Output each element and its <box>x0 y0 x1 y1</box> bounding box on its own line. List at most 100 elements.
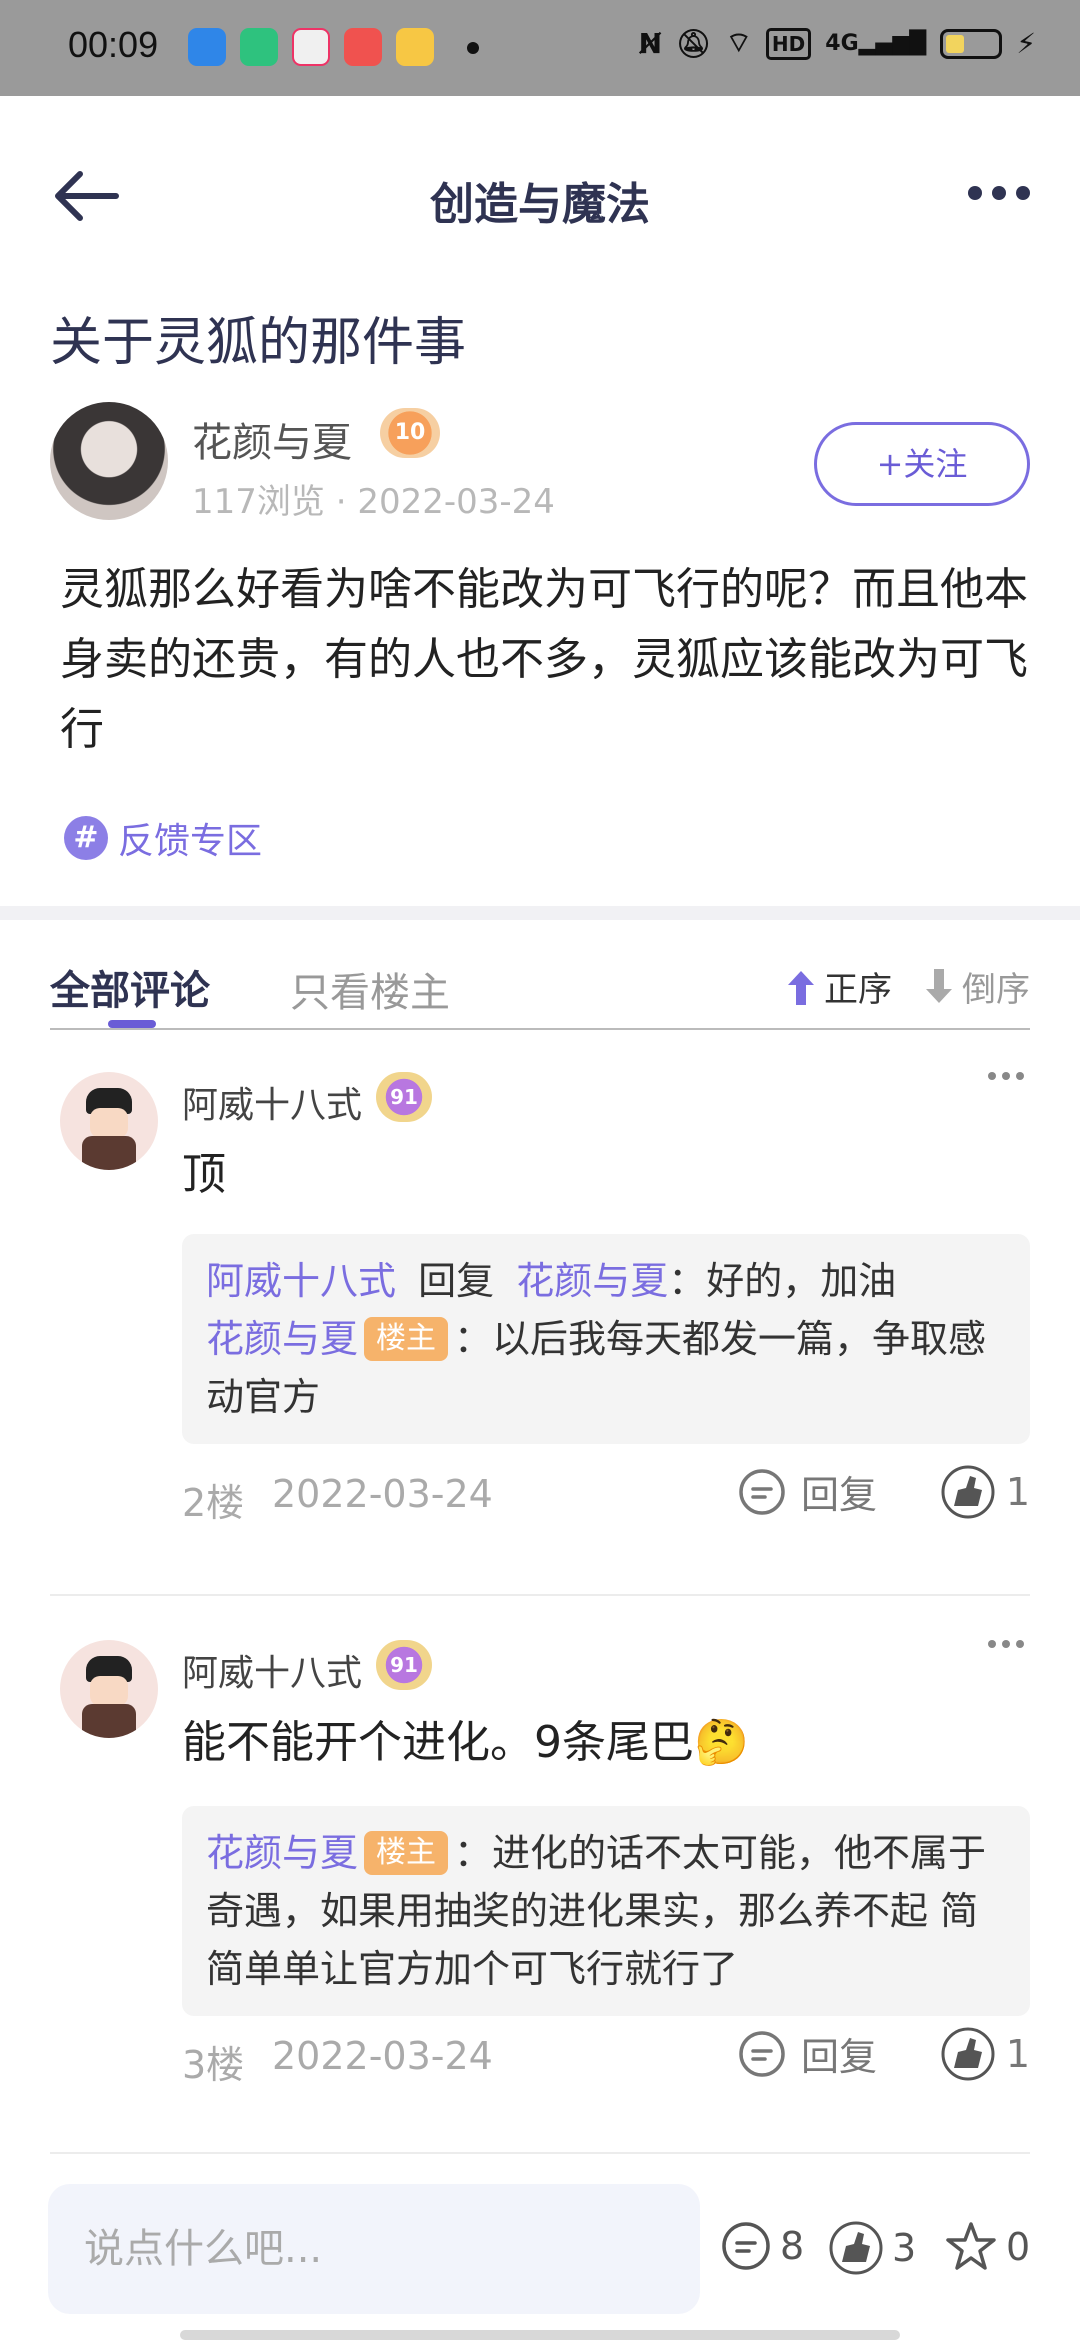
thumbs-up-icon <box>941 2027 995 2081</box>
music-app-icon <box>344 28 382 66</box>
charging-icon: ⚡︎ <box>1016 27 1036 60</box>
comment-count: 8 <box>780 2224 805 2268</box>
page-title: 创造与魔法 <box>430 179 650 230</box>
game-app-icon <box>292 28 330 66</box>
follow-button[interactable]: +关注 <box>814 422 1030 506</box>
sort-ascending-button[interactable]: 正序 <box>784 962 892 1011</box>
like-count: 1 <box>1005 2032 1030 2076</box>
comment-bubble-icon <box>722 2222 770 2270</box>
post-body: 灵狐那么好看为啥不能改为可飞行的呢？而且他本身卖的还贵，有的人也不多，灵狐应该能… <box>60 564 1028 755</box>
mute-icon: 🔕︎ <box>676 27 712 60</box>
reply-colon: ： <box>668 1259 707 1303</box>
reply-line: 花颜与夏 楼主 ：进化的话不太可能，他不属于奇遇，如果用抽奖的进化果实，那么养不起 … <box>206 1824 1006 1998</box>
comment-more-icon[interactable] <box>988 1072 1024 1080</box>
green-app-icon <box>240 28 278 66</box>
tab-owner-only[interactable]: 只看楼主 <box>290 960 450 1018</box>
comment-divider <box>50 1594 1030 1596</box>
commenter-avatar[interactable] <box>60 1072 158 1170</box>
comment-input[interactable]: 说点什么吧... <box>48 2184 700 2314</box>
reply-text: 好的，加油 <box>706 1259 897 1303</box>
arrow-down-icon <box>926 968 952 1003</box>
comment-tabs: 全部评论 只看楼主 正序 倒序 <box>50 950 1030 1030</box>
battery-icon <box>940 28 1003 59</box>
level-badge: 91 <box>376 1640 432 1690</box>
comment-date: 2022-03-24 <box>272 1472 493 1516</box>
like-button[interactable]: 1 <box>940 1464 1030 1520</box>
reply-button[interactable]: 回复 <box>737 2026 877 2081</box>
post-author: 花颜与夏 10 117浏览 · 2022-03-24 +关注 <box>50 402 1030 522</box>
floor-number: 2楼 <box>182 1481 245 1525</box>
reply-author[interactable]: 阿威十八式 <box>206 1259 396 1303</box>
reply-line: 花颜与夏 楼主 ：以后我每天都发一篇，争取感动官方 <box>206 1310 1006 1426</box>
comment-text: 顶 <box>182 1149 226 1200</box>
reply-box[interactable]: 阿威十八式 回复 花颜与夏：好的，加油 花颜与夏 楼主 ：以后我每天都发一篇，争取感… <box>182 1234 1030 1444</box>
reply-colon: ： <box>454 1831 493 1875</box>
network-type: 4G <box>825 31 859 56</box>
bottom-action-bar: 说点什么吧... 8 3 0 <box>0 2180 1080 2340</box>
wifi-icon: ⌔ <box>725 26 752 59</box>
comment-more-icon[interactable] <box>988 1640 1024 1648</box>
level-badge: 91 <box>376 1072 432 1122</box>
comment-item: 阿威十八式 91 顶 阿威十八式 回复 花颜与夏：好的，加油 花颜与夏 楼主 ：以后… <box>50 1072 1030 1592</box>
reply-author[interactable]: 花颜与夏 <box>206 1317 358 1361</box>
comment-bubble-icon <box>739 1468 785 1515</box>
top-nav: 创造与魔法 <box>0 96 1080 296</box>
comment-date: 2022-03-24 <box>272 2034 493 2078</box>
topic-tag[interactable]: # 反馈专区 <box>64 812 262 864</box>
post-meta: 117浏览 · 2022-03-24 <box>192 482 555 522</box>
level-badge: 10 <box>380 408 440 458</box>
favorite-button[interactable]: 0 <box>944 2220 1030 2274</box>
like-button[interactable]: 1 <box>940 2026 1030 2082</box>
favorite-count: 0 <box>1006 2225 1031 2269</box>
reply-label: 回复 <box>801 1473 878 1517</box>
tab-all-comments[interactable]: 全部评论 <box>50 958 210 1016</box>
more-options-icon[interactable] <box>968 186 1030 200</box>
reply-colon: ： <box>454 1317 493 1361</box>
comment-item: 阿威十八式 91 能不能开个进化。9条尾巴🤔 花颜与夏 楼主 ：进化的话不太可能，他… <box>50 1640 1030 2160</box>
blue-app-icon <box>188 28 226 66</box>
floor-number: 3楼 <box>182 2043 245 2087</box>
comments-count-button[interactable]: 8 <box>720 2220 804 2272</box>
reply-label: 回复 <box>801 2035 878 2079</box>
owner-tag: 楼主 <box>364 1831 449 1875</box>
sort-descending-label: 倒序 <box>962 970 1030 1010</box>
reply-verb: 回复 <box>418 1259 495 1303</box>
active-tab-indicator <box>108 1020 156 1028</box>
reply-button[interactable]: 回复 <box>737 1464 877 1519</box>
author-avatar[interactable] <box>50 402 168 520</box>
post-title: 关于灵狐的那件事 <box>50 313 467 373</box>
reply-author[interactable]: 花颜与夏 <box>206 1831 358 1875</box>
home-indicator <box>180 2330 900 2340</box>
nfc-icon: N̸ <box>638 27 663 60</box>
thumbs-up-icon <box>941 1465 995 1519</box>
post-like-button[interactable]: 3 <box>828 2220 916 2276</box>
status-bar: 00:09 N̸ 🔕︎ ⌔ HD 4G▂▄▆█ ⚡︎ <box>0 0 1080 96</box>
status-icons: N̸ 🔕︎ ⌔ HD 4G▂▄▆█ ⚡︎ <box>639 26 1036 61</box>
author-name[interactable]: 花颜与夏 <box>192 410 352 468</box>
comment-divider <box>50 2152 1030 2154</box>
notification-dot <box>467 42 479 54</box>
star-icon <box>946 2222 996 2270</box>
comment-footer: 3楼 2022-03-24 回复 1 <box>182 2026 1030 2087</box>
like-count: 1 <box>1005 1470 1030 1514</box>
reply-target[interactable]: 花颜与夏 <box>516 1259 668 1303</box>
commenter-name[interactable]: 阿威十八式 <box>182 1644 362 1696</box>
section-divider <box>0 906 1080 920</box>
thumbs-up-icon <box>829 2221 883 2275</box>
comment-bubble-icon <box>739 2030 785 2077</box>
sort-descending-button[interactable]: 倒序 <box>922 962 1030 1011</box>
reply-box[interactable]: 花颜与夏 楼主 ：进化的话不太可能，他不属于奇遇，如果用抽奖的进化果实，那么养不起 … <box>182 1806 1030 2016</box>
status-time: 00:09 <box>68 24 159 65</box>
like-count: 3 <box>892 2226 917 2270</box>
sort-ascending-label: 正序 <box>824 970 892 1010</box>
reply-line: 阿威十八式 回复 花颜与夏：好的，加油 <box>206 1252 1006 1310</box>
signal-icon: 4G▂▄▆█ <box>825 31 927 56</box>
hashtag-icon: # <box>64 816 108 860</box>
arrow-up-icon <box>788 970 814 1005</box>
commenter-avatar[interactable] <box>60 1640 158 1738</box>
hd-icon: HD <box>765 27 812 60</box>
weibo-app-icon <box>396 28 434 66</box>
commenter-name[interactable]: 阿威十八式 <box>182 1076 362 1128</box>
comment-footer: 2楼 2022-03-24 回复 1 <box>182 1464 1030 1525</box>
owner-tag: 楼主 <box>364 1317 449 1361</box>
